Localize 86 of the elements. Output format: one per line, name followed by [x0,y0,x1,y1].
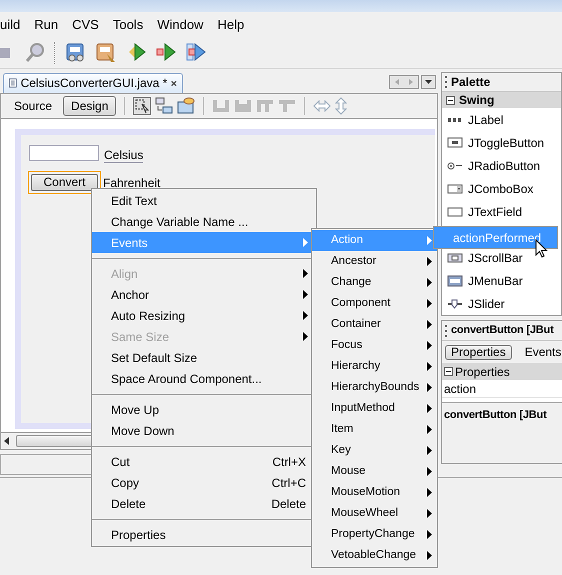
submenu-item[interactable]: Key [312,440,437,461]
palette-item[interactable]: JRadioButton [442,154,561,177]
menu-item[interactable]: Tools [106,14,150,34]
submenu-arrow-icon [303,269,308,278]
palette-item[interactable]: JMenuBar [442,269,561,292]
dropdown-icon[interactable] [421,74,436,89]
submenu-item[interactable]: Ancestor [312,251,437,272]
text-field[interactable] [29,145,99,162]
submenu-arrow-icon [303,332,308,341]
help-title: convertButton [JBut [444,409,547,421]
properties-tab[interactable]: Properties [445,344,512,360]
submenu-arrow-icon [427,467,432,476]
submenu-item[interactable]: Hierarchy [312,356,437,377]
celsius-label: Celsius [104,148,144,164]
section-title: Swing [459,92,494,109]
shortcut-text: Ctrl+X [272,454,307,470]
collapse-icon[interactable] [444,367,453,376]
submenu-item[interactable]: HierarchyBounds [312,377,437,398]
selection-mode-icon[interactable] [133,97,152,116]
palette-title: Palette [451,74,490,91]
submenu-item[interactable]: Focus [312,335,437,356]
component-icon [447,204,463,218]
submenu-arrow-icon [427,446,432,455]
submenu-arrow-icon [427,530,432,539]
component-icon [447,296,463,310]
connection-mode-icon[interactable] [155,97,174,116]
submenu-item[interactable]: InputMethod [312,398,437,419]
palette-item[interactable]: JTextField [442,200,561,223]
palette-item[interactable]: JLabel [442,108,561,131]
collapse-icon[interactable] [446,96,455,104]
menu-item[interactable]: uild [0,14,28,34]
shortcut-text: Ctrl+C [272,474,307,492]
submenu-arrow-icon [427,320,432,329]
submenu-arrow-icon [427,383,432,392]
submenu-arrow-icon [303,311,308,320]
submenu-arrow-icon [427,299,432,308]
menu-item[interactable]: Run [27,14,66,34]
submenu-item[interactable]: Item [312,419,437,440]
editor-tab[interactable]: CelsiusConverterGUI.java * [3,72,183,93]
submenu-arrow-icon [427,425,432,434]
preview-icon[interactable] [177,97,196,116]
submenu-item[interactable]: Mouse [312,461,437,482]
submenu-item[interactable]: Component [312,293,437,314]
scroll-left-icon[interactable] [4,437,10,446]
context-menu-item[interactable]: Change Variable Name ... [92,211,316,232]
fahrenheit-label: Fahrenheit [103,176,160,190]
submenu-item[interactable]: MouseWheel [312,503,437,524]
shortcut-text: Delete [271,496,307,512]
context-menu-item[interactable]: Edit Text [92,190,316,211]
submenu-item[interactable]: Change [312,272,437,293]
submenu-arrow-icon [427,404,432,413]
menu-item[interactable]: Help [210,14,252,34]
submenu-arrow-icon [427,278,432,287]
component-icon [447,274,463,288]
submenu-arrow-icon [427,488,432,497]
component-icon [447,250,463,264]
properties-title: convertButton [JBut [451,323,554,338]
submenu-item[interactable]: PropertyChange [312,524,437,545]
submenu-arrow-icon [427,362,432,371]
submenu-item[interactable]: MouseMotion [312,482,437,503]
component-icon [447,136,463,150]
convert-button[interactable]: Convert [31,174,98,192]
properties-tab[interactable]: Events [520,344,562,360]
submenu-arrow-icon [303,290,308,299]
menu-item[interactable]: Window [150,14,210,34]
submenu-item[interactable]: Container [312,314,437,335]
file-icon [9,76,17,90]
submenu-arrow-icon [427,257,432,266]
submenu-arrow-icon [427,509,432,518]
submenu-arrow-icon [427,341,432,350]
property-row[interactable]: action [442,380,562,398]
palette-item[interactable]: JScrollBar [442,246,561,269]
view-toggle[interactable]: Design [63,96,116,116]
view-toggle[interactable]: Source [7,96,60,116]
submenu-arrow-icon [427,236,432,245]
close-icon[interactable] [171,78,177,88]
component-icon [447,182,463,196]
palette-item[interactable]: JToggleButton [442,131,561,154]
submenu-arrow-icon [427,551,432,560]
tab-title: CelsiusConverterGUI.java * [20,75,168,92]
menu-item[interactable]: CVS [65,14,106,34]
submenu-item[interactable]: VetoableChange [312,545,437,566]
palette-item[interactable]: JComboBox [442,177,561,200]
palette-item[interactable]: JSlider [442,292,561,315]
section-title: Properties [455,364,510,380]
submenu-arrow-icon [303,238,308,247]
